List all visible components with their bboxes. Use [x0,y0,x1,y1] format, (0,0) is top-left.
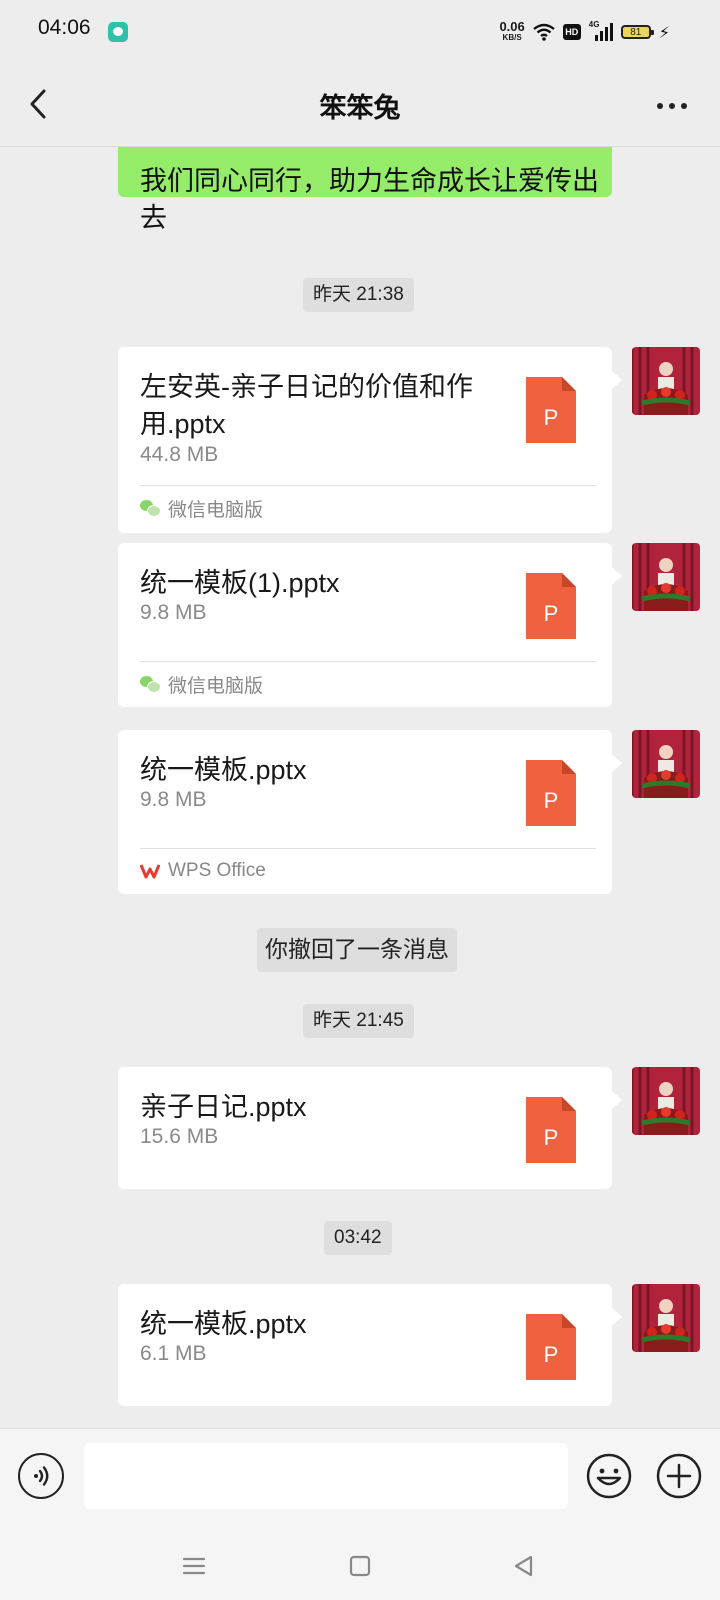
svg-text:P: P [544,405,559,430]
triangle-back-icon [514,1555,533,1577]
avatar[interactable] [632,543,700,611]
emoji-button[interactable] [586,1453,632,1499]
system-navigation-bar [0,1530,720,1600]
avatar[interactable] [632,347,700,415]
cellular-signal-icon: 4G [588,20,613,41]
chat-title: 笨笨兔 [319,93,401,124]
file-name: 左安英-亲子日记的价值和作用.pptx [140,372,473,439]
message-timestamp: 昨天 21:38 [303,278,414,312]
svg-text:P: P [544,1125,559,1150]
hd-voice-badge: HD [562,24,581,40]
file-name: 统一模板(1).pptx [140,568,340,598]
file-source-label: WPS Office [168,860,266,881]
file-name: 统一模板.pptx [140,755,307,785]
file-message[interactable]: 统一模板.pptx 9.8 MB P WPS Office [118,730,622,894]
back-nav-button[interactable] [510,1552,538,1580]
recent-apps-button[interactable] [180,1552,208,1580]
more-dot-icon [657,103,663,109]
network-speed-value: 0.06 [499,19,525,34]
file-source-label: 微信电脑版 [168,499,264,521]
file-name: 亲子日记.pptx [140,1092,307,1122]
chat-input-bar [0,1428,720,1531]
battery-icon: 81 [620,25,654,39]
avatar[interactable] [632,1284,700,1352]
file-name: 统一模板.pptx [140,1309,307,1339]
plus-icon [656,1453,702,1499]
card-divider [140,485,596,486]
card-divider [140,661,596,662]
pptx-file-icon: P [526,760,576,826]
avatar[interactable] [632,1067,700,1135]
network-type-label: 4G [588,20,600,29]
charging-icon: ⚡ [658,22,670,42]
square-icon [349,1555,371,1577]
pptx-file-icon: P [526,573,576,639]
status-icons: 0.06 KB/S HD 4G 81 ⚡ [499,18,670,46]
file-size: 15.6 MB [140,1125,219,1148]
pptx-file-icon: P [526,377,576,443]
status-bar: 04:06 0.06 KB/S HD 4G 81 ⚡ [0,0,720,64]
svg-text:P: P [544,788,559,813]
more-dot-icon [681,103,687,109]
status-time: 04:06 [38,16,91,39]
more-functions-button[interactable] [656,1453,702,1499]
pptx-file-icon: P [526,1097,576,1163]
wifi-icon [533,23,555,41]
svg-text:P: P [544,601,559,626]
message-timestamp: 昨天 21:45 [303,1004,414,1038]
message-timestamp: 03:42 [324,1221,392,1255]
file-source: 微信电脑版 [140,495,263,521]
wps-icon [140,864,160,879]
network-speed: 0.06 KB/S [499,19,525,43]
file-message[interactable]: 统一模板(1).pptx 9.8 MB P 微信电脑版 [118,543,622,707]
file-message[interactable]: 左安英-亲子日记的价值和作用.pptx 44.8 MB P 微信电脑版 [118,347,622,533]
message-list[interactable]: 城! 我们同心同行，助力生命成长让爱传出去 昨天 21:38 左安英-亲子日记的… [0,147,720,1428]
avatar[interactable] [632,730,700,798]
file-message[interactable]: 统一模板.pptx 6.1 MB P [118,1284,622,1406]
network-speed-unit: KB/S [502,33,522,42]
notification-app-icon [108,22,128,42]
svg-text:P: P [544,1342,559,1367]
message-text-partial: 城! [140,147,178,152]
more-dot-icon [669,103,675,109]
file-size: 9.8 MB [140,601,207,624]
file-size: 6.1 MB [140,1342,207,1365]
sent-text-message[interactable]: 城! 我们同心同行，助力生命成长让爱传出去 [118,147,612,234]
message-text: 我们同心同行，助力生命成长让爱传出去 [140,166,599,234]
wechat-icon [140,675,161,693]
emoji-icon [586,1453,632,1499]
file-size: 9.8 MB [140,788,207,811]
home-button[interactable] [346,1552,374,1580]
menu-icon [182,1557,206,1575]
battery-level: 81 [630,26,642,38]
file-source: 微信电脑版 [140,671,263,697]
wechat-icon [140,499,161,517]
file-source-label: 微信电脑版 [168,675,264,697]
file-source: WPS Office [140,858,266,884]
recall-notice: 你撤回了一条消息 [257,928,457,972]
message-input[interactable] [84,1443,568,1509]
chat-header: 笨笨兔 [0,64,720,147]
file-size: 44.8 MB [140,443,219,466]
voice-input-button[interactable] [18,1453,64,1499]
voice-icon [34,1466,49,1486]
more-options-button[interactable] [648,86,696,126]
pptx-file-icon: P [526,1314,576,1380]
file-message[interactable]: 亲子日记.pptx 15.6 MB P [118,1067,622,1189]
card-divider [140,848,596,849]
